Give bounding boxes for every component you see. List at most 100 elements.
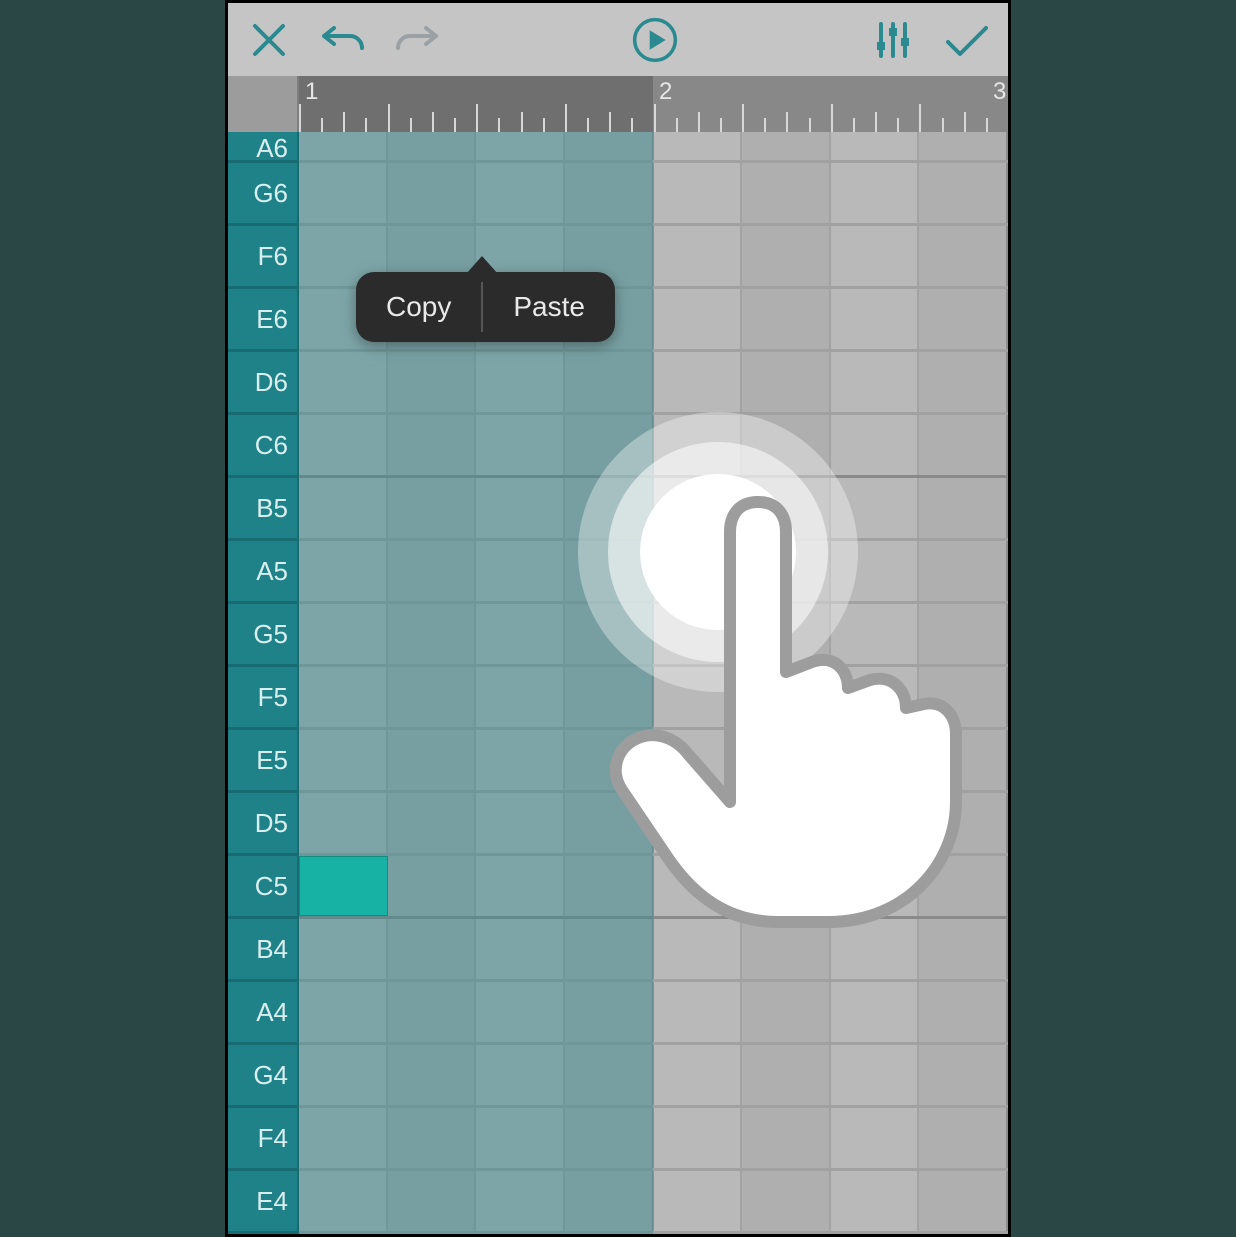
note-row[interactable]: G5 [228,604,1008,667]
done-button[interactable] [944,17,990,63]
grid-cell[interactable] [654,132,743,160]
grid-cell[interactable] [831,856,920,916]
grid-cell[interactable] [831,478,920,538]
grid-cell[interactable] [654,1045,743,1105]
note-row[interactable]: A6 [228,132,1008,163]
grid-cell[interactable] [654,856,743,916]
note-row-cells[interactable] [299,667,1008,727]
grid-cell[interactable] [388,352,477,412]
grid-cell[interactable] [831,1171,920,1231]
redo-button[interactable] [394,17,440,63]
grid-cell[interactable] [476,415,565,475]
grid-cell[interactable] [299,163,388,223]
grid-cell[interactable] [654,667,743,727]
grid-cell[interactable] [299,478,388,538]
grid-cell[interactable] [742,352,831,412]
grid-cell[interactable] [476,793,565,853]
grid-cell[interactable] [919,667,1008,727]
grid-cell[interactable] [476,982,565,1042]
grid-cell[interactable] [388,1045,477,1105]
note-row-cells[interactable] [299,919,1008,979]
grid-cell[interactable] [476,541,565,601]
grid-cell[interactable] [919,478,1008,538]
grid-cell[interactable] [654,982,743,1042]
grid-cell[interactable] [831,793,920,853]
grid-cell[interactable] [565,730,654,790]
grid-cell[interactable] [565,132,654,160]
note-row[interactable]: F4 [228,1108,1008,1171]
grid-cell[interactable] [476,730,565,790]
grid-cell[interactable] [654,226,743,286]
note-row-cells[interactable] [299,982,1008,1042]
note-row-cells[interactable] [299,415,1008,475]
grid-cell[interactable] [742,1171,831,1231]
grid-cell[interactable] [919,982,1008,1042]
grid-cell[interactable] [299,132,388,160]
grid-cell[interactable] [919,793,1008,853]
grid-cell[interactable] [742,1045,831,1105]
grid-cell[interactable] [476,1045,565,1105]
grid-cell[interactable] [299,352,388,412]
grid-cell[interactable] [388,1108,477,1168]
note-row[interactable]: B4 [228,919,1008,982]
grid-cell[interactable] [388,415,477,475]
grid-cell[interactable] [919,919,1008,979]
note-row[interactable]: F6 [228,226,1008,289]
note-row[interactable]: G6 [228,163,1008,226]
grid-cell[interactable] [388,730,477,790]
grid-cell[interactable] [654,415,743,475]
note-row-cells[interactable] [299,1171,1008,1231]
grid-cell[interactable] [565,919,654,979]
note-row[interactable]: G4 [228,1045,1008,1108]
grid-cell[interactable] [742,793,831,853]
grid-cell[interactable] [831,919,920,979]
grid-cell[interactable] [919,604,1008,664]
grid-cell[interactable] [565,415,654,475]
grid-cell[interactable] [565,667,654,727]
grid-cell[interactable] [919,132,1008,160]
play-button[interactable] [632,17,678,63]
note-row-cells[interactable] [299,478,1008,538]
timeline-ruler[interactable]: 1 2 3 [299,76,1008,132]
grid-cell[interactable] [299,1171,388,1231]
grid-cell[interactable] [742,226,831,286]
grid-cell[interactable] [299,919,388,979]
grid-cell[interactable] [742,856,831,916]
grid-cell[interactable] [476,604,565,664]
note-row-cells[interactable] [299,352,1008,412]
undo-button[interactable] [320,17,366,63]
grid-cell[interactable] [299,982,388,1042]
grid-cell[interactable] [476,478,565,538]
grid-cell[interactable] [831,982,920,1042]
grid-cell[interactable] [831,289,920,349]
grid-cell[interactable] [919,163,1008,223]
grid-cell[interactable] [476,352,565,412]
grid-cell[interactable] [919,415,1008,475]
note-row[interactable]: F5 [228,667,1008,730]
note-row-cells[interactable] [299,1045,1008,1105]
grid-cell[interactable] [565,856,654,916]
close-button[interactable] [246,17,292,63]
grid-cell[interactable] [919,1171,1008,1231]
grid-cell[interactable] [831,226,920,286]
grid-cell[interactable] [476,132,565,160]
grid-cell[interactable] [919,289,1008,349]
grid-cell[interactable] [742,604,831,664]
grid-cell[interactable] [388,604,477,664]
note-row[interactable]: E5 [228,730,1008,793]
note-row-cells[interactable] [299,856,1008,916]
grid-cell[interactable] [831,352,920,412]
note-row-cells[interactable] [299,730,1008,790]
grid-cell[interactable] [476,1108,565,1168]
note-row[interactable]: D5 [228,793,1008,856]
grid-cell[interactable] [919,856,1008,916]
grid-cell[interactable] [831,1108,920,1168]
grid-cell[interactable] [919,352,1008,412]
copy-menu-item[interactable]: Copy [356,272,481,342]
grid-cell[interactable] [654,1171,743,1231]
grid-cell[interactable] [654,352,743,412]
grid-cell[interactable] [565,982,654,1042]
grid-cell[interactable] [565,163,654,223]
note-row-cells[interactable] [299,541,1008,601]
note-row[interactable]: A4 [228,982,1008,1045]
